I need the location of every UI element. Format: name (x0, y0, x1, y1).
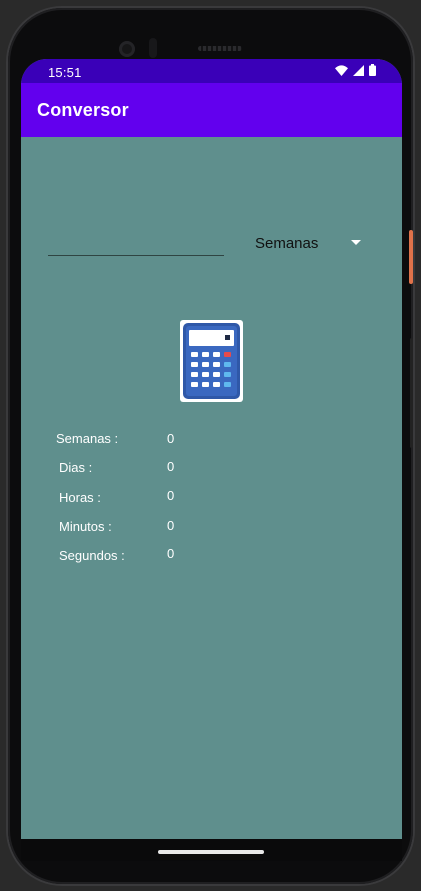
calculator-key (202, 352, 209, 357)
unit-selected-label: Semanas (255, 235, 319, 252)
status-icons (335, 64, 376, 76)
converter-content: Semanas Semanas : 0 Dias : 0 Horas : 0 M… (21, 137, 402, 839)
result-value-semanas: 0 (167, 431, 175, 446)
earpiece-speaker (198, 46, 242, 51)
battery-icon (369, 64, 376, 76)
navigation-bar (21, 839, 402, 861)
device-screen: 15:51 Conversor Semanas Semanas: 0 Dias… (21, 59, 402, 859)
home-gesture-handle[interactable] (158, 850, 264, 854)
result-value-dias: 0 (167, 459, 175, 474)
volume-button (410, 338, 413, 448)
calculate-button[interactable] (180, 320, 243, 402)
proximity-sensor (149, 38, 157, 58)
app-bar: Conversor (21, 83, 402, 137)
result-value-minutos: 0 (167, 518, 175, 533)
unit-dropdown[interactable]: Semanas (247, 227, 367, 255)
calculator-key (213, 372, 220, 377)
calculator-key (202, 372, 209, 377)
result-label-horas: Horas : (59, 490, 101, 505)
calculator-key (224, 362, 231, 367)
power-button (409, 230, 413, 284)
result-label-dias: Dias : (59, 460, 93, 475)
calculator-key (213, 352, 220, 357)
calculator-icon (183, 323, 240, 399)
app-title: Conversor (37, 100, 129, 120)
calculator-key (202, 382, 209, 387)
calculator-key (191, 362, 198, 367)
calculator-key (202, 362, 209, 367)
calculator-key (224, 352, 231, 357)
wifi-icon (335, 64, 348, 76)
result-label-semanas: Semanas : (56, 431, 119, 446)
calculator-key (224, 372, 231, 377)
result-label-segundos: Segundos : (59, 548, 125, 563)
value-input[interactable] (48, 227, 224, 256)
dropdown-arrow-icon (351, 240, 361, 245)
calculator-key (224, 382, 231, 387)
result-label-minutos: Minutos : (59, 519, 112, 534)
front-camera (119, 41, 135, 57)
signal-icon (353, 64, 364, 76)
calculator-key (213, 382, 220, 387)
calculator-key (191, 372, 198, 377)
status-bar: 15:51 (21, 59, 402, 83)
status-time: 15:51 (48, 65, 82, 80)
result-value-horas: 0 (167, 488, 175, 503)
result-value-segundos: 0 (167, 546, 175, 561)
calculator-key (213, 362, 220, 367)
calculator-key (191, 382, 198, 387)
calculator-key (191, 352, 198, 357)
